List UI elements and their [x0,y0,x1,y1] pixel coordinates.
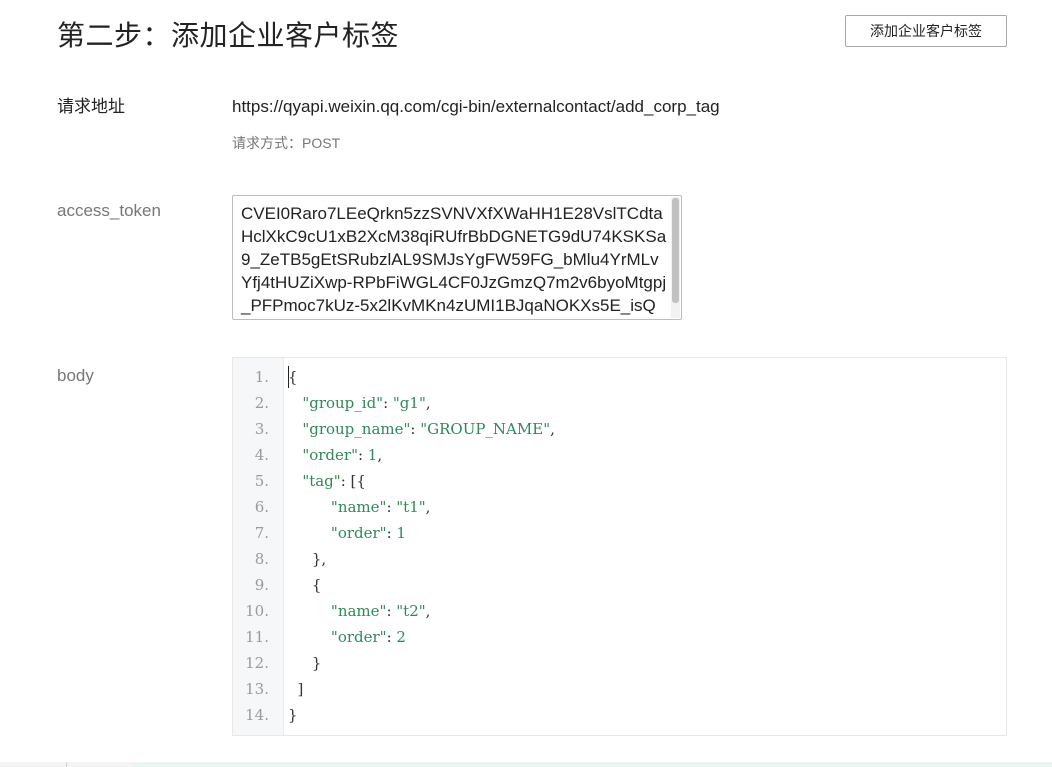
add-corp-tag-button[interactable]: 添加企业客户标签 [845,15,1007,47]
line-number: 13. [245,680,269,698]
access-token-value[interactable]: CVEI0Raro7LEeQrkn5zzSVNVXfXWaHH1E28VslTC… [241,202,669,317]
code-line[interactable]: "name": "t1", [288,494,431,520]
code-line[interactable]: } [288,702,298,728]
text-cursor [288,366,289,388]
line-number: 3. [254,420,269,438]
code-line[interactable]: { [288,364,298,390]
line-number: 4. [254,446,269,464]
line-number: 9. [254,576,269,594]
code-line[interactable]: } [288,650,322,676]
code-line[interactable]: "name": "t2", [288,598,431,624]
line-number: 7. [254,524,269,542]
line-number-gutter: 1. 2. 3. 4. 5. 6. 7. 8. 9. 10. 11. 12. 13. 14. [233,358,284,735]
line-number: 8. [254,550,269,568]
code-line[interactable]: ] [288,676,304,702]
body-label: body [57,366,94,385]
code-line[interactable]: { [288,572,322,598]
code-line[interactable]: "order": 1 [288,520,406,546]
code-line[interactable]: "group_name": "GROUP_NAME", [288,416,555,442]
code-line[interactable]: "order": 2 [288,624,406,650]
request-url: https://qyapi.weixin.qq.com/cgi-bin/exte… [232,97,720,116]
bottom-divider [66,762,67,767]
code-line[interactable]: "order": 1, [288,442,382,468]
line-number: 11. [245,628,269,646]
line-number: 2. [254,394,269,412]
access-token-textarea[interactable]: CVEI0Raro7LEeQrkn5zzSVNVXfXWaHH1E28VslTC… [232,195,682,320]
code-line[interactable]: }, [288,546,326,572]
token-scrollbar-thumb[interactable] [672,198,679,303]
line-number: 6. [254,498,269,516]
bottom-strip-highlight [132,762,1052,767]
line-number: 10. [245,602,269,620]
access-token-label: access_token [57,201,161,220]
page-title: 第二步：添加企业客户标签 [57,20,400,51]
line-number: 12. [245,654,269,672]
line-number: 5. [254,472,269,490]
code-line[interactable]: "tag": [{ [288,468,366,494]
line-number: 1. [254,368,269,386]
request-url-label: 请求地址 [57,97,125,116]
code-line[interactable]: "group_id": "g1", [288,390,430,416]
line-number: 14. [245,706,269,724]
request-method: 请求方式：POST [232,135,341,151]
body-code-editor[interactable]: 1. 2. 3. 4. 5. 6. 7. 8. 9. 10. 11. 12. 13. 14. { "gro… [232,357,1007,736]
